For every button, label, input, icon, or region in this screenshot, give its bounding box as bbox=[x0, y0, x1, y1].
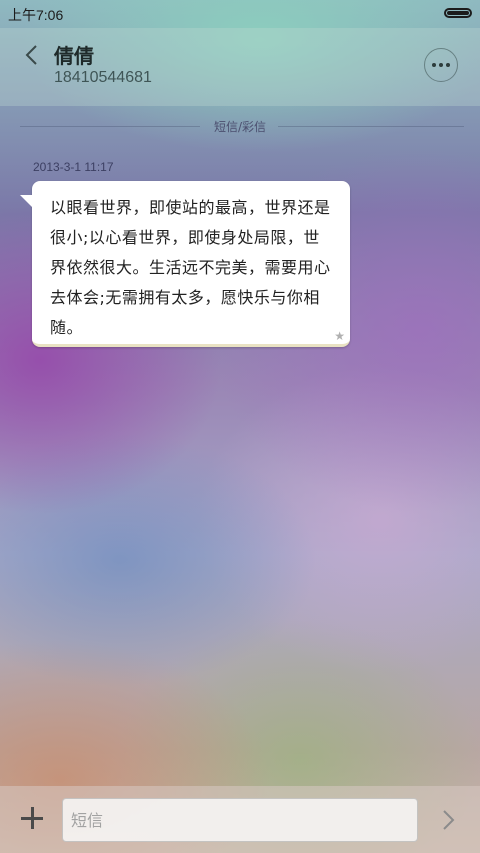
chevron-left-icon bbox=[25, 45, 37, 65]
chevron-right-icon bbox=[443, 810, 455, 830]
more-dots-icon bbox=[432, 63, 436, 67]
more-dots-icon bbox=[439, 63, 443, 67]
battery-icon bbox=[444, 8, 472, 18]
message-timestamp: 2013-3-1 11:17 bbox=[33, 160, 114, 174]
bubble-tail bbox=[20, 195, 34, 209]
battery-level bbox=[447, 11, 469, 15]
star-icon: ★ bbox=[334, 329, 345, 343]
sms-input[interactable] bbox=[62, 798, 418, 842]
messaging-screen: 上午7:06 倩倩 18410544681 短信/彩信 2013-3-1 11:… bbox=[0, 0, 480, 853]
add-attachment-button[interactable] bbox=[18, 804, 46, 832]
send-button[interactable] bbox=[440, 806, 458, 834]
more-options-button[interactable] bbox=[424, 48, 458, 82]
message-bubble[interactable]: 以眼看世界，即使站的最高，世界还是很小;以心看世界，即使身处局限，世界依然很大。… bbox=[20, 181, 350, 347]
contact-number: 18410544681 bbox=[54, 69, 152, 86]
more-dots-icon bbox=[446, 63, 450, 67]
message-text: 以眼看世界，即使站的最高，世界还是很小;以心看世界，即使身处局限，世界依然很大。… bbox=[50, 198, 331, 337]
status-bar: 上午7:06 bbox=[0, 0, 480, 28]
status-time: 上午7:06 bbox=[8, 7, 64, 23]
back-button[interactable] bbox=[18, 40, 44, 70]
contact-name: 倩倩 bbox=[54, 44, 94, 68]
divider-line bbox=[278, 126, 464, 127]
conversation-header: 倩倩 18410544681 bbox=[0, 28, 480, 106]
composer-bar bbox=[0, 786, 480, 853]
message-type-divider: 短信/彩信 bbox=[0, 116, 480, 136]
